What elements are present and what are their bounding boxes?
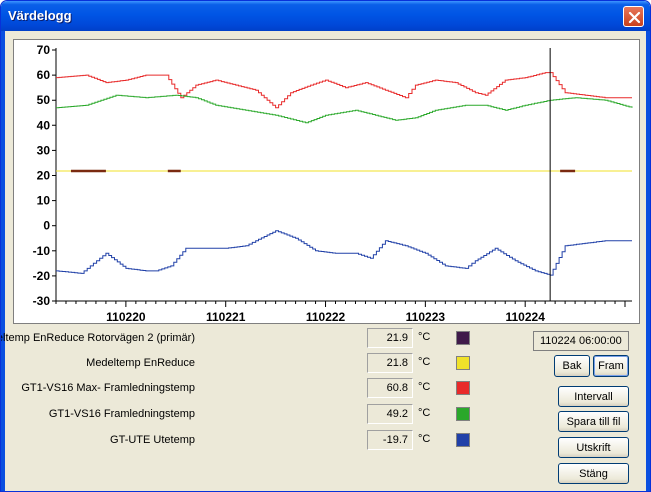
y-tick-label: 30 <box>37 143 51 157</box>
y-tick-label: -20 <box>33 269 51 283</box>
value-field: 21.8 <box>367 353 413 373</box>
x-tick-label: 110221 <box>206 310 246 323</box>
value-row: GT1-VS16 Max- Framledningstemp 60.8 °C <box>1 378 481 398</box>
color-swatch[interactable] <box>456 381 470 395</box>
value-row: Medeltemp EnReduce 21.8 °C <box>1 353 481 373</box>
value-field: 60.8 <box>367 378 413 398</box>
chart-area[interactable]: 70 60 50 40 30 20 10 0 -10 -20 -30 110220 110221 1102… <box>13 39 640 324</box>
y-tick-label: 40 <box>37 118 51 132</box>
line-chart: 70 60 50 40 30 20 10 0 -10 -20 -30 110220 110221 1102… <box>33 43 633 323</box>
value-label: GT1-VS16 Framledningstemp <box>48 408 195 420</box>
y-tick-label: -30 <box>33 294 51 308</box>
value-label: Börvärde Medeltemp EnReduce Rotorvägen 2… <box>1 332 195 344</box>
stang-button[interactable]: Stäng <box>558 463 629 484</box>
close-button[interactable] <box>623 6 644 27</box>
utskrift-button[interactable]: Utskrift <box>558 437 629 458</box>
color-swatch[interactable] <box>456 407 470 421</box>
y-tick-label: -10 <box>33 244 51 258</box>
title-bar[interactable]: Värdelogg <box>1 1 650 31</box>
y-tick-label: 10 <box>37 194 51 208</box>
spara-till-fil-button[interactable]: Spara till fil <box>558 411 629 432</box>
color-swatch[interactable] <box>456 356 470 370</box>
value-unit: °C <box>418 407 431 419</box>
bak-button[interactable]: Bak <box>554 355 590 377</box>
series-line-gt1-vs16-framledningstemp <box>56 94 633 124</box>
value-field: 49.2 <box>367 404 413 424</box>
x-tick-label: 110222 <box>306 310 346 323</box>
series-line-gt-ute-utetemp <box>56 230 632 276</box>
value-label: GT-UTE Utetemp <box>110 434 195 446</box>
y-tick-label: 60 <box>37 68 51 82</box>
window-title: Värdelogg <box>8 8 72 23</box>
series-line-gt1-vs16-max-framledningstemp <box>56 72 632 109</box>
value-field: 21.9 <box>367 328 413 348</box>
value-label: GT1-VS16 Max- Framledningstemp <box>21 382 195 394</box>
vardelogg-window: Värdelogg 70 60 50 40 30 20 10 0 -10 -20 -30 110220… <box>0 0 651 492</box>
y-tick-label: 70 <box>37 43 51 57</box>
intervall-button[interactable]: Intervall <box>558 386 629 407</box>
x-tick-label: 110223 <box>406 310 446 323</box>
value-row: Börvärde Medeltemp EnReduce Rotorvägen 2… <box>1 328 481 348</box>
y-tick-label: 20 <box>37 169 51 183</box>
y-tick-label: 0 <box>43 219 50 233</box>
fram-button[interactable]: Fram <box>593 355 629 377</box>
close-icon <box>628 11 641 24</box>
value-unit: °C <box>418 356 431 368</box>
color-swatch[interactable] <box>456 433 470 447</box>
value-row: GT1-VS16 Framledningstemp 49.2 °C <box>1 404 481 424</box>
timestamp-display: 110224 06:00:00 <box>533 331 629 351</box>
value-field: -19.7 <box>367 430 413 450</box>
value-unit: °C <box>418 381 431 393</box>
value-label: Medeltemp EnReduce <box>86 357 195 369</box>
value-unit: °C <box>418 331 431 343</box>
x-tick-label: 110220 <box>106 310 146 323</box>
value-unit: °C <box>418 433 431 445</box>
color-swatch[interactable] <box>456 331 470 345</box>
value-row: GT-UTE Utetemp -19.7 °C <box>1 430 481 450</box>
y-tick-label: 50 <box>37 93 51 107</box>
x-tick-label: 110224 <box>505 310 545 323</box>
window-border-right <box>646 31 650 491</box>
